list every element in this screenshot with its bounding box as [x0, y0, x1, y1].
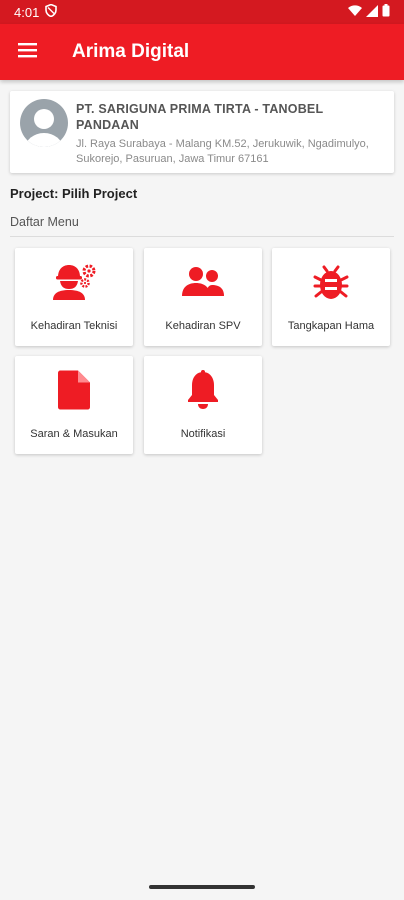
menu-item-label: Kehadiran SPV [165, 320, 241, 332]
app-title: Arima Digital [72, 41, 190, 62]
app-bar: Arima Digital [0, 24, 404, 80]
status-bar: 4:01 [0, 0, 404, 24]
menu-item-saran-masukan[interactable]: Saran & Masukan [15, 356, 133, 454]
avatar [20, 99, 68, 147]
menu-item-label: Notifikasi [180, 428, 226, 440]
menu-item-tangkapan-hama[interactable]: Tangkapan Hama [272, 248, 390, 346]
menu-item-label: Saran & Masukan [30, 428, 118, 440]
profile-card: PT. SARIGUNA PRIMA TIRTA - TANOBEL PANDA… [10, 91, 394, 173]
status-time: 4:01 [14, 4, 40, 20]
menu-heading: Daftar Menu [10, 215, 79, 229]
divider [10, 236, 394, 237]
technician-gear-icon [51, 262, 97, 302]
menu-item-label: Kehadiran Teknisi [30, 320, 118, 332]
shield-icon [45, 3, 58, 20]
menu-item-kehadiran-teknisi[interactable]: Kehadiran Teknisi [15, 248, 133, 346]
menu-item-kehadiran-spv[interactable]: Kehadiran SPV [144, 248, 262, 346]
company-name: PT. SARIGUNA PRIMA TIRTA - TANOBEL PANDA… [76, 102, 324, 132]
signal-icon [366, 4, 378, 20]
bell-icon [180, 370, 226, 410]
document-icon [51, 370, 97, 410]
home-indicator[interactable] [149, 885, 255, 889]
bug-icon [308, 262, 354, 302]
wifi-icon [348, 4, 362, 20]
menu-item-notifikasi[interactable]: Notifikasi [144, 356, 262, 454]
battery-icon [382, 4, 390, 20]
company-info: PT. SARIGUNA PRIMA TIRTA - TANOBEL PANDA… [76, 101, 386, 167]
project-selector[interactable]: Project: Pilih Project [10, 186, 137, 201]
menu-item-label: Tangkapan Hama [287, 320, 375, 332]
company-address: Jl. Raya Surabaya - Malang KM.52, Jeruku… [76, 138, 369, 165]
users-icon [180, 262, 226, 302]
hamburger-menu-icon[interactable] [18, 42, 38, 63]
